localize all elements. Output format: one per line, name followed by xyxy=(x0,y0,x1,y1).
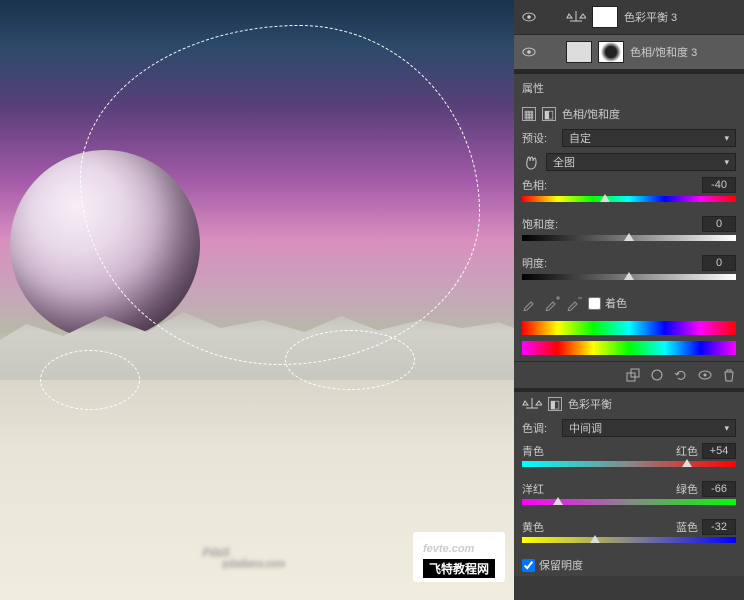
layer-row-huesat[interactable]: 色相/饱和度 3 xyxy=(514,35,744,70)
document-canvas[interactable]: PdaS pdadians.com fevte.com 飞特教程网 xyxy=(0,0,525,600)
layer-name[interactable]: 色相/饱和度 3 xyxy=(630,44,697,60)
reset-icon[interactable] xyxy=(674,368,688,382)
delete-icon[interactable] xyxy=(722,368,736,382)
marquee-selection xyxy=(285,330,415,390)
visibility-icon[interactable] xyxy=(520,10,538,24)
color-balance-panel: ◧ 色彩平衡 色调: 中间调 青色红色+54 洋红绿色-66 黄色蓝色-32 保… xyxy=(514,392,744,576)
preset-label: 预设: xyxy=(522,130,556,146)
preserve-luminosity-checkbox[interactable]: 保留明度 xyxy=(522,557,583,573)
visibility-toggle-icon[interactable] xyxy=(698,368,712,382)
mask-icon: ◧ xyxy=(548,397,562,411)
previous-state-icon[interactable] xyxy=(650,368,664,382)
panels-sidebar: 色彩平衡 3 色相/饱和度 3 属性 ▦ ◧ 色相/饱和度 预设: 自定 全图 … xyxy=(514,0,744,600)
saturation-value[interactable]: 0 xyxy=(702,216,736,232)
saturation-slider[interactable]: 饱和度:0 xyxy=(514,213,744,252)
targeted-adjustment-icon[interactable] xyxy=(522,153,540,171)
yellow-blue-slider[interactable]: 黄色蓝色-32 xyxy=(514,516,744,554)
visibility-icon[interactable] xyxy=(520,45,538,59)
panel-title: 色彩平衡 xyxy=(568,396,612,412)
lightness-value[interactable]: 0 xyxy=(702,255,736,271)
cyan-red-slider[interactable]: 青色红色+54 xyxy=(514,440,744,478)
colorize-checkbox[interactable]: 着色 xyxy=(588,295,627,311)
layer-mask-thumb[interactable] xyxy=(598,41,624,63)
preset-dropdown[interactable]: 自定 xyxy=(562,129,736,147)
hue-slider[interactable]: 色相:-40 xyxy=(514,174,744,213)
magenta-green-slider[interactable]: 洋红绿色-66 xyxy=(514,478,744,516)
range-dropdown[interactable]: 全图 xyxy=(546,153,736,171)
tone-label: 色调: xyxy=(522,420,556,436)
hue-spectrum-shifted xyxy=(522,341,736,355)
color-balance-icon xyxy=(522,397,542,411)
mask-icon: ◧ xyxy=(542,107,556,121)
yb-value[interactable]: -32 xyxy=(702,519,736,535)
eyedropper-plus-icon[interactable] xyxy=(544,295,560,311)
color-balance-icon xyxy=(566,10,586,24)
mg-value[interactable]: -66 xyxy=(702,481,736,497)
marquee-selection xyxy=(40,350,140,410)
watermark: PdaS pdadians.com xyxy=(203,519,285,570)
hue-value[interactable]: -40 xyxy=(702,177,736,193)
eyedropper-minus-icon[interactable] xyxy=(566,295,582,311)
cr-value[interactable]: +54 xyxy=(702,443,736,459)
clip-to-layer-icon[interactable] xyxy=(626,368,640,382)
panel-title: 色相/饱和度 xyxy=(562,106,620,122)
properties-tab[interactable]: 属性 xyxy=(522,83,544,95)
tone-dropdown[interactable]: 中间调 xyxy=(562,419,736,437)
layer-mask-thumb[interactable] xyxy=(592,6,618,28)
layer-row-colorbalance[interactable]: 色彩平衡 3 xyxy=(514,0,744,35)
lightness-slider[interactable]: 明度:0 xyxy=(514,252,744,291)
hue-spectrum xyxy=(522,321,736,335)
site-logo: fevte.com 飞特教程网 xyxy=(413,532,505,582)
adjustment-icon: ▦ xyxy=(522,107,536,121)
layer-name[interactable]: 色彩平衡 3 xyxy=(624,9,677,25)
adjustment-thumb[interactable] xyxy=(566,41,592,63)
properties-panel: 属性 ▦ ◧ 色相/饱和度 预设: 自定 全图 色相:-40 饱和度:0 明度:… xyxy=(514,74,744,388)
eyedropper-icon[interactable] xyxy=(522,295,538,311)
